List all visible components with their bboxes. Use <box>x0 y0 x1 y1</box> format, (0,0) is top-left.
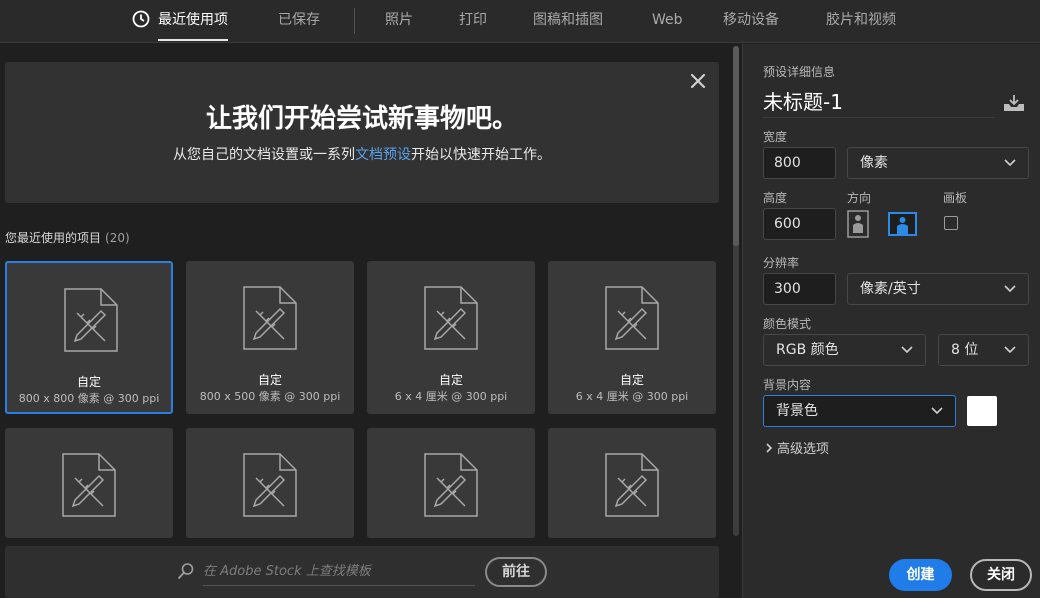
preset-details-panel: 预设详细信息 未标题-1 宽度 800 像素 高度 方向 画板 600 分辨率 … <box>742 44 1040 598</box>
document-pencil-ruler-icon <box>605 286 659 350</box>
recent-panel: 让我们开始尝试新事物吧。 从您自己的文档设置或一系列文档预设开始以快速开始工作。… <box>0 44 742 598</box>
document-pencil-ruler-icon <box>605 453 659 517</box>
tab-photo[interactable]: 照片 <box>385 0 413 43</box>
chevron-right-icon <box>766 443 773 453</box>
document-pencil-ruler-icon <box>64 288 118 352</box>
banner-title: 让我们开始尝试新事物吧。 <box>205 104 518 134</box>
stock-search-bar: 前往 <box>5 546 719 598</box>
preset-name: 自定 <box>438 373 463 387</box>
bit-depth-select[interactable]: 8 位 <box>938 334 1029 366</box>
stock-go-button[interactable]: 前往 <box>485 557 547 587</box>
close-icon[interactable] <box>687 70 709 92</box>
preset-card[interactable] <box>367 428 535 538</box>
document-pencil-ruler-icon <box>424 286 478 350</box>
document-pencil-ruler-icon <box>62 453 116 517</box>
chevron-down-icon <box>1004 346 1016 354</box>
tab-web[interactable]: Web <box>652 0 683 43</box>
preset-meta: 6 x 4 厘米 @ 300 ppi <box>394 390 508 403</box>
tab-recent-label: 最近使用项 <box>158 12 228 28</box>
tab-recent[interactable]: 最近使用项 <box>132 0 228 43</box>
orientation-label: 方向 <box>847 191 872 205</box>
tab-saved[interactable]: 已保存 <box>278 0 320 43</box>
preset-card[interactable] <box>186 428 354 538</box>
artboard-checkbox[interactable] <box>944 216 958 230</box>
tab-divider <box>354 8 355 34</box>
tab-film-video[interactable]: 胶片和视频 <box>826 0 896 43</box>
banner-subtitle: 从您自己的文档设置或一系列文档预设开始以快速开始工作。 <box>5 144 719 164</box>
width-unit-value: 像素 <box>860 155 888 171</box>
preset-card[interactable]: 自定 800 x 800 像素 @ 300 ppi <box>5 261 173 414</box>
preset-card[interactable]: 自定 800 x 500 像素 @ 300 ppi <box>186 261 354 414</box>
resolution-label: 分辨率 <box>763 256 800 270</box>
document-pencil-ruler-icon <box>243 453 297 517</box>
chevron-down-icon <box>931 407 943 415</box>
advanced-options-label: 高级选项 <box>777 442 830 457</box>
color-mode-label: 颜色模式 <box>763 317 812 331</box>
background-content-value: 背景色 <box>776 403 818 419</box>
recent-scrollbar[interactable] <box>733 46 739 536</box>
chevron-down-icon <box>1004 159 1016 167</box>
preset-card[interactable] <box>5 428 173 538</box>
advanced-options-toggle[interactable]: 高级选项 <box>765 438 829 457</box>
recent-items-label: 您最近使用的项目 <box>5 231 102 245</box>
bit-depth-value: 8 位 <box>951 342 979 358</box>
resolution-unit-select[interactable]: 像素/英寸 <box>847 273 1029 305</box>
document-pencil-ruler-icon <box>243 286 297 350</box>
search-icon <box>178 563 194 579</box>
tab-art-illustration[interactable]: 图稿和插图 <box>533 0 603 43</box>
background-content-select[interactable]: 背景色 <box>763 395 956 427</box>
recent-items-heading: 您最近使用的项目 (20) <box>5 229 130 246</box>
stock-search-input[interactable] <box>203 558 475 586</box>
resolution-input[interactable]: 300 <box>763 273 836 305</box>
top-tab-bar: 最近使用项 已保存 照片 打印 图稿和插图 Web 移动设备 胶片和视频 <box>0 0 1040 43</box>
height-input[interactable]: 600 <box>763 208 836 240</box>
color-mode-value: RGB 颜色 <box>776 342 839 358</box>
height-label: 高度 <box>763 191 788 205</box>
artboard-label: 画板 <box>943 191 968 205</box>
width-input[interactable]: 800 <box>763 147 836 179</box>
preset-meta: 800 x 800 像素 @ 300 ppi <box>18 392 160 405</box>
background-color-swatch[interactable] <box>967 396 997 426</box>
preset-details-heading: 预设详细信息 <box>763 65 836 79</box>
background-label: 背景内容 <box>763 378 812 392</box>
tab-mobile[interactable]: 移动设备 <box>723 0 779 43</box>
chevron-down-icon <box>901 346 913 354</box>
preset-card[interactable] <box>548 428 716 538</box>
clock-icon <box>132 10 150 28</box>
banner-subtitle-text-end: 开始以快速开始工作。 <box>411 147 551 163</box>
welcome-banner: 让我们开始尝试新事物吧。 从您自己的文档设置或一系列文档预设开始以快速开始工作。 <box>5 62 719 203</box>
resolution-unit-value: 像素/英寸 <box>860 281 921 297</box>
chevron-down-icon <box>1004 285 1016 293</box>
preset-name: 自定 <box>76 375 101 389</box>
preset-meta: 6 x 4 厘米 @ 300 ppi <box>575 390 689 403</box>
recent-items-count: (20) <box>105 231 130 245</box>
tab-print[interactable]: 打印 <box>459 0 487 43</box>
color-mode-select[interactable]: RGB 颜色 <box>763 334 926 366</box>
close-button[interactable]: 关闭 <box>970 559 1032 591</box>
preset-name: 自定 <box>257 373 282 387</box>
preset-card[interactable]: 自定 6 x 4 厘米 @ 300 ppi <box>548 261 716 414</box>
document-presets-link[interactable]: 文档预设 <box>355 147 411 163</box>
create-button[interactable]: 创建 <box>889 559 952 591</box>
scrollbar-thumb[interactable] <box>733 46 739 246</box>
landscape-orientation-icon[interactable] <box>888 210 918 238</box>
width-unit-select[interactable]: 像素 <box>847 147 1029 179</box>
document-title-field[interactable]: 未标题-1 <box>763 88 995 118</box>
banner-subtitle-text: 从您自己的文档设置或一系列 <box>173 147 355 163</box>
preset-name: 自定 <box>619 373 644 387</box>
portrait-orientation-icon[interactable] <box>847 210 873 238</box>
preset-meta: 800 x 500 像素 @ 300 ppi <box>199 390 341 403</box>
preset-card[interactable]: 自定 6 x 4 厘米 @ 300 ppi <box>367 261 535 414</box>
save-preset-icon[interactable] <box>1003 94 1025 112</box>
active-tab-underline <box>158 39 228 41</box>
document-pencil-ruler-icon <box>424 453 478 517</box>
width-label: 宽度 <box>763 130 788 144</box>
